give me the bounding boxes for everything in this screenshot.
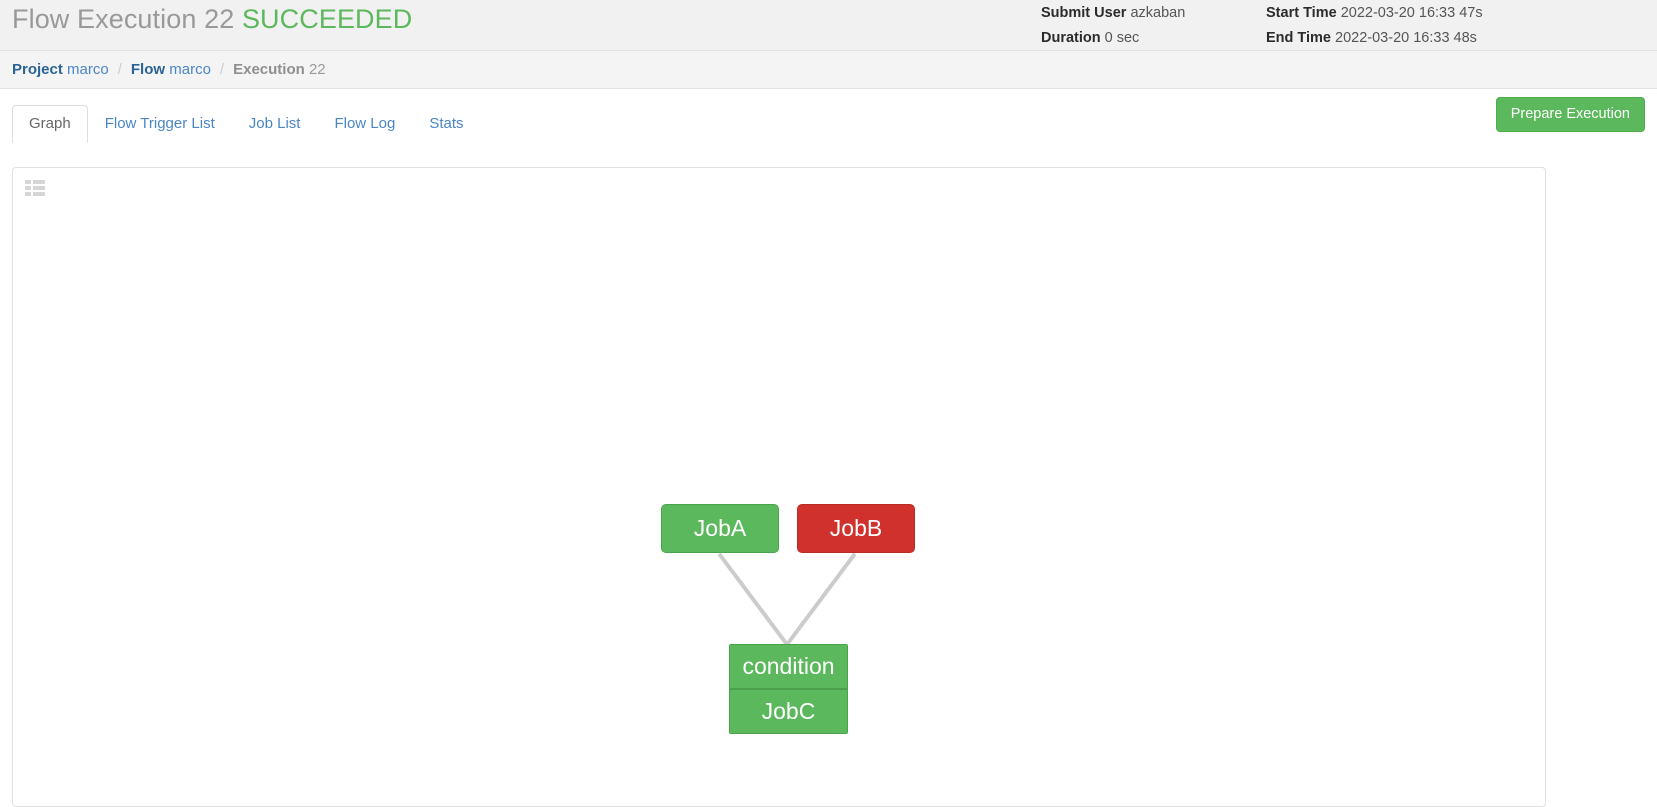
meta-column-submit: Submit User azkaban Duration 0 sec (1041, 1, 1185, 51)
graph-node-jobb-label: JobB (829, 515, 883, 541)
breadcrumb-separator-2: / (219, 61, 225, 78)
graph-node-jobb[interactable]: JobB (797, 504, 915, 553)
breadcrumb-item-execution: Execution 22 (233, 61, 326, 78)
tab-list: Graph Flow Trigger List Job List Flow Lo… (12, 99, 481, 143)
meta-end-time: End Time 2022-03-20 16:33 48s (1266, 26, 1483, 51)
end-time-value: 2022-03-20 16:33 48s (1335, 30, 1477, 46)
breadcrumb: Project marco / Flow marco / Execution 2… (0, 51, 1657, 89)
edge-jobb-jobc (785, 552, 857, 646)
duration-label: Duration (1041, 30, 1101, 46)
graph-node-joba[interactable]: JobA (661, 504, 779, 553)
meta-submit-user: Submit User azkaban (1041, 1, 1185, 26)
tab-graph[interactable]: Graph (12, 105, 88, 143)
meta-start-time: Start Time 2022-03-20 16:33 47s (1266, 1, 1483, 26)
start-time-label: Start Time (1266, 5, 1337, 21)
start-time-value: 2022-03-20 16:33 47s (1340, 5, 1483, 21)
prepare-execution-button[interactable]: Prepare Execution (1495, 97, 1645, 132)
meta-duration: Duration 0 sec (1041, 26, 1185, 51)
breadcrumb-flow-value: marco (169, 61, 211, 78)
execution-header: Flow Execution 22 SUCCEEDED Submit User … (0, 0, 1657, 51)
breadcrumb-item-flow[interactable]: Flow marco (131, 61, 211, 78)
tab-bar: Graph Flow Trigger List Job List Flow Lo… (0, 89, 1657, 143)
breadcrumb-project-value: marco (67, 61, 109, 78)
duration-value: 0 sec (1104, 30, 1140, 46)
tab-flow-trigger-list[interactable]: Flow Trigger List (88, 105, 232, 143)
status-badge: SUCCEEDED (241, 4, 413, 34)
edge-joba-jobc (717, 552, 789, 646)
breadcrumb-separator-1: / (117, 61, 122, 78)
graph-node-jobc-label: JobC (730, 688, 847, 733)
breadcrumb-item-project[interactable]: Project marco (12, 61, 109, 78)
meta-column-times: Start Time 2022-03-20 16:33 47s End Time… (1266, 1, 1483, 51)
graph-canvas[interactable]: JobA JobB condition JobC (13, 168, 1545, 806)
submit-user-value: azkaban (1130, 5, 1186, 21)
breadcrumb-flow-label: Flow (130, 61, 166, 78)
tab-job-list[interactable]: Job List (232, 105, 318, 143)
breadcrumb-execution-label: Execution (233, 61, 305, 78)
graph-node-jobc[interactable]: condition JobC (729, 644, 848, 734)
tab-flow-log[interactable]: Flow Log (317, 105, 412, 143)
breadcrumb-execution-value: 22 (308, 61, 326, 78)
submit-user-label: Submit User (1041, 5, 1127, 21)
graph-node-jobc-condition: condition (730, 645, 847, 688)
tab-stats[interactable]: Stats (412, 105, 480, 143)
end-time-label: End Time (1266, 30, 1331, 46)
graph-panel: JobA JobB condition JobC (12, 167, 1546, 807)
graph-node-joba-label: JobA (693, 515, 747, 541)
breadcrumb-project-label: Project (12, 61, 63, 78)
page-title: Flow Execution 22 SUCCEEDED (12, 4, 412, 35)
page-title-text: Flow Execution 22 (12, 4, 235, 34)
